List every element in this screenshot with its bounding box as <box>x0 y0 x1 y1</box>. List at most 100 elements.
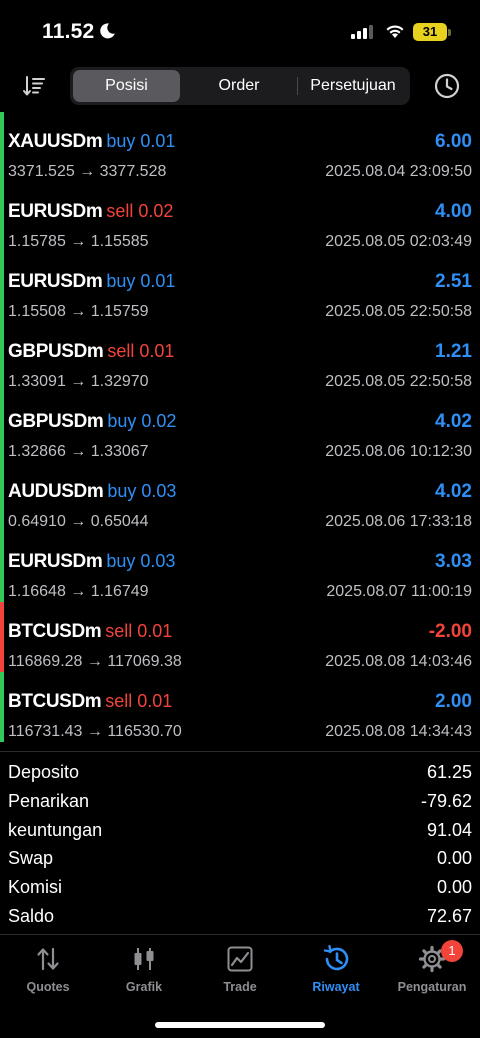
trade-time: 2025.08.06 10:12:30 <box>325 443 472 460</box>
trade-symbol: EURUSDm <box>8 271 103 292</box>
tab-posisi[interactable]: Posisi <box>73 70 180 102</box>
tab-grafik[interactable]: Grafik <box>96 935 192 997</box>
notification-badge: 1 <box>441 940 463 962</box>
summary-label: keuntungan <box>8 819 103 840</box>
battery-tip <box>448 29 451 36</box>
summary-label: Saldo <box>8 905 55 926</box>
status-time: 11.52 <box>42 20 95 43</box>
trade-symbol: EURUSDm <box>8 201 103 222</box>
trade-status-bar <box>0 462 4 532</box>
summary-row: Komisi 0.00 <box>0 872 480 901</box>
trade-status-bar <box>0 672 4 742</box>
trade-symbol: XAUUSDm <box>8 131 103 152</box>
tab-persetujuan[interactable]: Persetujuan <box>298 70 408 102</box>
summary: Deposito 61.25 Penarikan -79.62 keuntung… <box>0 757 480 930</box>
trade-prices: 1.32866 → 1.33067 <box>8 443 149 460</box>
summary-label: Deposito <box>8 762 80 782</box>
summary-value: 0.00 <box>436 848 472 869</box>
trade-prices: 1.33091 → 1.32970 <box>8 373 149 390</box>
tab-trade[interactable]: Trade <box>192 935 288 997</box>
summary-row: Saldo 72.67 <box>0 901 480 930</box>
trade-time: 2025.08.05 22:50:58 <box>325 303 472 320</box>
trade-profit: 3.03 <box>435 551 472 572</box>
trade-prices: 3371.525 → 3377.528 <box>8 163 167 180</box>
trade-time: 2025.08.05 22:50:58 <box>325 373 472 390</box>
sort-icon[interactable] <box>22 74 46 98</box>
summary-value: 91.04 <box>426 819 472 840</box>
summary-value: 61.25 <box>426 762 472 782</box>
trade-profit: 2.00 <box>435 691 472 712</box>
trade-side: sell 0.01 <box>107 341 175 361</box>
trade-profit: 1.21 <box>435 341 472 362</box>
trade-side: buy 0.01 <box>106 131 176 151</box>
trade-title: GBPUSDm sell 0.01 <box>8 341 174 363</box>
trade-status-bar <box>0 322 4 392</box>
trade-prices: 1.16648 → 1.16749 <box>8 583 149 600</box>
summary-row: Deposito 61.25 <box>0 757 480 786</box>
wifi-icon <box>386 25 404 38</box>
trade-side: buy 0.03 <box>107 481 177 501</box>
trade-list: XAUUSDm buy 0.01 6.00 3371.525 → 3377.528… <box>0 112 480 742</box>
moon-icon <box>100 23 115 39</box>
trade-time: 2025.08.04 23:09:50 <box>325 163 472 180</box>
trade-row[interactable]: BTCUSDm sell 0.01 2.00 116731.43 → 116530… <box>0 672 480 742</box>
trade-time: 2025.08.07 11:00:19 <box>326 583 472 600</box>
trade-side: buy 0.01 <box>106 271 176 291</box>
clock-icon[interactable] <box>433 72 461 100</box>
trade-side: sell 0.01 <box>105 621 173 641</box>
trade-status-bar <box>0 532 4 602</box>
trade-title: BTCUSDm sell 0.01 <box>8 621 172 643</box>
summary-label: Komisi <box>8 877 63 898</box>
trade-row[interactable]: GBPUSDm sell 0.01 1.21 1.33091 → 1.32970 … <box>0 322 480 392</box>
trade-symbol: EURUSDm <box>8 551 103 572</box>
tab-riwayat[interactable]: Riwayat <box>288 935 384 997</box>
cell-signal-icon <box>351 25 373 39</box>
trade-profit: 6.00 <box>435 131 472 152</box>
trade-side: sell 0.02 <box>106 201 174 221</box>
trade-row[interactable]: XAUUSDm buy 0.01 6.00 3371.525 → 3377.528… <box>0 112 480 182</box>
trade-time: 2025.08.08 14:03:46 <box>325 653 472 670</box>
trade-profit: 4.00 <box>435 201 472 222</box>
trade-row[interactable]: EURUSDm buy 0.03 3.03 1.16648 → 1.16749 2… <box>0 532 480 602</box>
segmented-control: Posisi Order Persetujuan <box>70 67 410 105</box>
trade-profit: 2.51 <box>435 271 472 292</box>
trade-time: 2025.08.05 02:03:49 <box>325 233 472 250</box>
trade-profit: -2.00 <box>428 621 472 642</box>
trade-row[interactable]: EURUSDm buy 0.01 2.51 1.15508 → 1.15759 2… <box>0 252 480 322</box>
trade-profit: 4.02 <box>435 481 472 502</box>
trade-time: 2025.08.06 17:33:18 <box>325 513 472 530</box>
trade-prices: 116869.28 → 117069.38 <box>8 653 182 670</box>
trade-chart-icon <box>227 946 253 972</box>
tab-order[interactable]: Order <box>182 70 296 102</box>
trade-row[interactable]: AUDUSDm buy 0.03 4.02 0.64910 → 0.65044 2… <box>0 462 480 532</box>
trade-symbol: BTCUSDm <box>8 621 102 642</box>
trade-title: GBPUSDm buy 0.02 <box>8 411 176 433</box>
trade-status-bar <box>0 392 4 462</box>
home-indicator <box>155 1022 325 1028</box>
trade-time: 2025.08.08 14:34:43 <box>325 723 472 740</box>
trade-row[interactable]: EURUSDm sell 0.02 4.00 1.15785 → 1.15585 … <box>0 182 480 252</box>
trade-prices: 0.64910 → 0.65044 <box>8 513 149 530</box>
trade-row[interactable]: GBPUSDm buy 0.02 4.02 1.32866 → 1.33067 2… <box>0 392 480 462</box>
summary-value: 72.67 <box>426 905 472 926</box>
tab-pengaturan[interactable]: 1 Pengaturan <box>384 935 480 997</box>
tab-quotes[interactable]: Quotes <box>0 935 96 997</box>
candlestick-icon <box>134 948 154 970</box>
trade-profit: 4.02 <box>435 411 472 432</box>
trade-title: XAUUSDm buy 0.01 <box>8 131 175 153</box>
summary-divider <box>0 751 480 752</box>
toolbar: Posisi Order Persetujuan <box>0 62 480 110</box>
trade-side: buy 0.02 <box>107 411 177 431</box>
trade-side: sell 0.01 <box>105 691 173 711</box>
trade-status-bar <box>0 112 4 182</box>
trade-prices: 1.15785 → 1.15585 <box>8 233 149 250</box>
summary-row: Penarikan -79.62 <box>0 786 480 815</box>
trade-row[interactable]: BTCUSDm sell 0.01 -2.00 116869.28 → 11706… <box>0 602 480 672</box>
tab-label: Pengaturan <box>397 980 467 994</box>
trade-title: BTCUSDm sell 0.01 <box>8 691 172 713</box>
trade-title: EURUSDm buy 0.01 <box>8 271 175 293</box>
battery-indicator: 31 <box>413 23 447 41</box>
trade-title: EURUSDm sell 0.02 <box>8 201 173 223</box>
summary-label: Penarikan <box>8 790 90 811</box>
trade-symbol: AUDUSDm <box>8 481 104 502</box>
